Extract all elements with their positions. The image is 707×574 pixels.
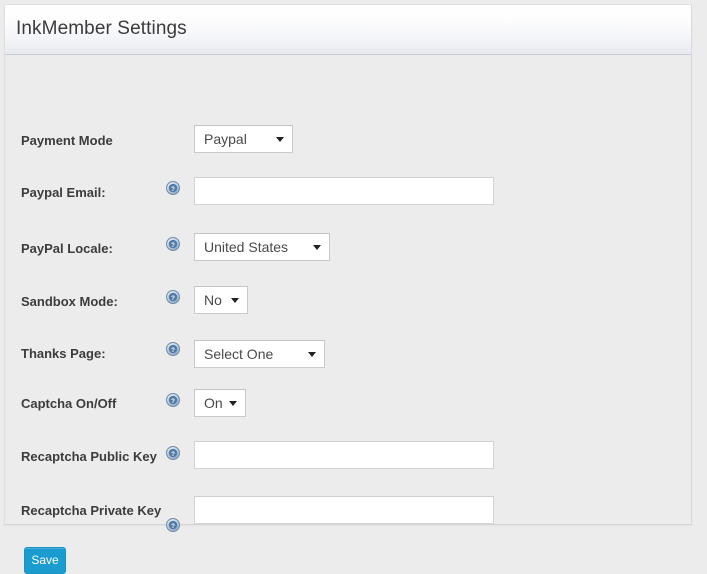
select-paypal-locale-value: United States <box>204 239 289 255</box>
paypal-email-field[interactable] <box>195 178 493 204</box>
label-sandbox-mode: Sandbox Mode: <box>21 294 118 309</box>
select-sandbox-mode-value: No <box>204 292 222 308</box>
input-paypal-email[interactable] <box>194 177 494 205</box>
help-question-icon[interactable]: ? <box>166 446 180 460</box>
select-thanks-page-value: Select One <box>204 346 274 362</box>
label-captcha: Captcha On/Off <box>21 396 117 411</box>
settings-panel: InkMember Settings Payment Mode Paypal P… <box>4 4 692 574</box>
help-question-icon[interactable]: ? <box>166 393 180 407</box>
chevron-down-icon <box>308 352 316 357</box>
label-thanks-page: Thanks Page: <box>21 346 106 361</box>
input-recaptcha-private-key[interactable] <box>194 496 494 524</box>
help-question-icon[interactable]: ? <box>166 237 180 251</box>
svg-text:?: ? <box>171 347 175 354</box>
settings-form: Payment Mode Paypal Paypal Email: ? PayP… <box>5 55 691 574</box>
page-title: InkMember Settings <box>16 18 187 39</box>
help-question-icon[interactable]: ? <box>166 181 180 195</box>
help-question-icon[interactable]: ? <box>166 518 180 532</box>
svg-text:?: ? <box>171 451 175 458</box>
label-paypal-email: Paypal Email: <box>21 185 106 200</box>
select-sandbox-mode[interactable]: No <box>194 286 248 314</box>
select-thanks-page[interactable]: Select One <box>194 340 325 368</box>
svg-text:?: ? <box>171 186 175 193</box>
recaptcha-public-key-field[interactable] <box>195 442 493 468</box>
select-paypal-locale[interactable]: United States <box>194 233 330 261</box>
chevron-down-icon <box>313 245 321 250</box>
label-recaptcha-public-key: Recaptcha Public Key <box>21 449 157 464</box>
select-payment-mode-value: Paypal <box>204 131 247 147</box>
help-question-icon[interactable]: ? <box>166 290 180 304</box>
help-question-icon[interactable]: ? <box>166 342 180 356</box>
select-captcha[interactable]: On <box>194 389 246 417</box>
recaptcha-private-key-field[interactable] <box>195 497 493 523</box>
select-payment-mode[interactable]: Paypal <box>194 125 293 153</box>
svg-text:?: ? <box>171 242 175 249</box>
label-paypal-locale: PayPal Locale: <box>21 241 113 256</box>
chevron-down-icon <box>229 401 237 406</box>
svg-text:?: ? <box>171 398 175 405</box>
save-button[interactable]: Save <box>24 547 66 574</box>
chevron-down-icon <box>276 137 284 142</box>
svg-text:?: ? <box>171 295 175 302</box>
label-payment-mode: Payment Mode <box>21 133 113 148</box>
panel-header: InkMember Settings <box>5 5 691 55</box>
label-recaptcha-private-key: Recaptcha Private Key <box>21 503 162 518</box>
chevron-down-icon <box>231 298 239 303</box>
svg-text:?: ? <box>171 523 175 530</box>
select-captcha-value: On <box>204 395 223 411</box>
input-recaptcha-public-key[interactable] <box>194 441 494 469</box>
